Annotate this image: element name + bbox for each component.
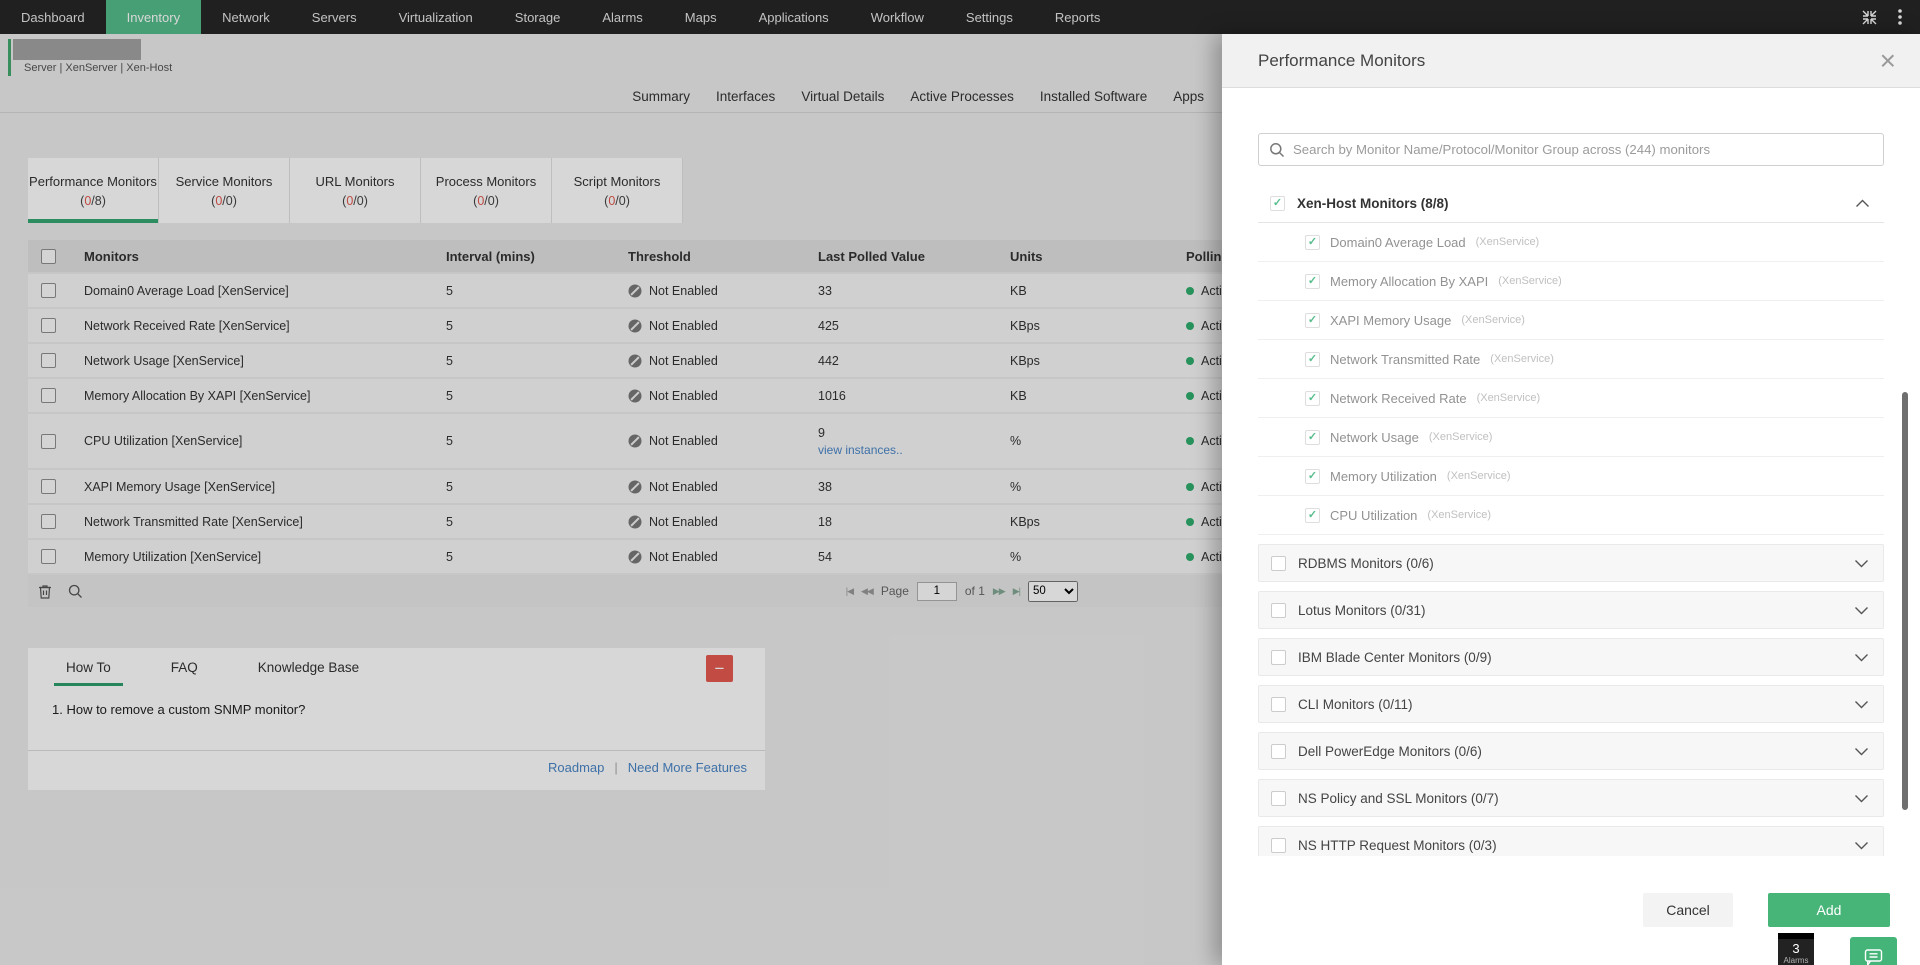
add-button[interactable]: Add <box>1768 893 1890 927</box>
group-title: NS Policy and SSL Monitors (0/7) <box>1298 791 1499 806</box>
close-button[interactable]: × <box>1880 47 1896 75</box>
item-checkbox[interactable]: ✓ <box>1305 508 1320 523</box>
monitor-search-input[interactable] <box>1293 142 1873 157</box>
group-title: CLI Monitors (0/11) <box>1298 697 1413 712</box>
item-checkbox[interactable]: ✓ <box>1305 469 1320 484</box>
item-label: Network Received Rate <box>1330 391 1467 406</box>
monitor-item[interactable]: ✓ Memory Utilization (XenService) <box>1258 457 1884 496</box>
panel-title: Performance Monitors <box>1258 51 1425 71</box>
monitor-group-ns-policy-and-ssl-monitors-0-7[interactable]: NS Policy and SSL Monitors (0/7) <box>1258 779 1884 817</box>
panel-header: Performance Monitors × <box>1222 34 1920 88</box>
group-checkbox[interactable] <box>1271 650 1286 665</box>
chevron-down-icon[interactable] <box>1854 653 1869 662</box>
close-icon: × <box>1880 45 1896 76</box>
item-label: XAPI Memory Usage <box>1330 313 1451 328</box>
item-protocol: (XenService) <box>1429 431 1493 443</box>
monitor-group-ibm-blade-center-monitors-0-9[interactable]: IBM Blade Center Monitors (0/9) <box>1258 638 1884 676</box>
item-checkbox[interactable]: ✓ <box>1305 274 1320 289</box>
item-checkbox[interactable]: ✓ <box>1305 391 1320 406</box>
group-title: NS HTTP Request Monitors (0/3) <box>1298 838 1497 853</box>
item-checkbox[interactable]: ✓ <box>1305 313 1320 328</box>
monitor-group-list: ✓ Xen-Host Monitors (8/8) ✓ Domain0 Average… <box>1258 185 1884 856</box>
screen: DashboardInventoryNetworkServersVirtuali… <box>0 0 1920 965</box>
cancel-button[interactable]: Cancel <box>1643 893 1733 927</box>
chat-button[interactable] <box>1850 937 1897 965</box>
item-checkbox[interactable]: ✓ <box>1305 235 1320 250</box>
monitor-group-dell-poweredge-monitors-0-6[interactable]: Dell PowerEdge Monitors (0/6) <box>1258 732 1884 770</box>
item-protocol: (XenService) <box>1498 275 1562 287</box>
group-checkbox[interactable] <box>1271 838 1286 853</box>
group-title: Dell PowerEdge Monitors (0/6) <box>1298 744 1482 759</box>
group-title: RDBMS Monitors (0/6) <box>1298 556 1434 571</box>
group-checkbox[interactable] <box>1271 697 1286 712</box>
group-checkbox[interactable] <box>1271 791 1286 806</box>
item-protocol: (XenService) <box>1490 353 1554 365</box>
chevron-down-icon[interactable] <box>1854 794 1869 803</box>
item-label: Memory Utilization <box>1330 469 1437 484</box>
group-checkbox[interactable] <box>1271 603 1286 618</box>
chevron-down-icon[interactable] <box>1854 841 1869 850</box>
item-label: CPU Utilization <box>1330 508 1417 523</box>
alarms-count: 3 <box>1792 942 1799 956</box>
group-title: Xen-Host Monitors (8/8) <box>1297 196 1449 211</box>
item-protocol: (XenService) <box>1461 314 1525 326</box>
monitor-item[interactable]: ✓ XAPI Memory Usage (XenService) <box>1258 301 1884 340</box>
item-label: Memory Allocation By XAPI <box>1330 274 1488 289</box>
monitor-group-cli-monitors-0-11[interactable]: CLI Monitors (0/11) <box>1258 685 1884 723</box>
monitor-item[interactable]: ✓ Domain0 Average Load (XenService) <box>1258 223 1884 262</box>
item-label: Network Transmitted Rate <box>1330 352 1480 367</box>
item-protocol: (XenService) <box>1476 236 1540 248</box>
group-checkbox[interactable]: ✓ <box>1270 196 1285 211</box>
group-title: IBM Blade Center Monitors (0/9) <box>1298 650 1492 665</box>
monitor-group-ns-http-request-monitors-0-3[interactable]: NS HTTP Request Monitors (0/3) <box>1258 826 1884 856</box>
chevron-up-icon[interactable] <box>1855 199 1870 208</box>
group-checkbox[interactable] <box>1271 556 1286 571</box>
chevron-down-icon[interactable] <box>1854 559 1869 568</box>
chevron-down-icon[interactable] <box>1854 700 1869 709</box>
search-icon <box>1269 142 1285 158</box>
item-checkbox[interactable]: ✓ <box>1305 430 1320 445</box>
monitor-item[interactable]: ✓ Network Usage (XenService) <box>1258 418 1884 457</box>
group-checkbox[interactable] <box>1271 744 1286 759</box>
monitor-search <box>1258 133 1884 166</box>
item-label: Network Usage <box>1330 430 1419 445</box>
alarms-label: Alarms <box>1784 956 1809 965</box>
chevron-down-icon[interactable] <box>1854 606 1869 615</box>
monitor-group-rdbms-monitors-0-6[interactable]: RDBMS Monitors (0/6) <box>1258 544 1884 582</box>
monitor-item[interactable]: ✓ Network Transmitted Rate (XenService) <box>1258 340 1884 379</box>
performance-monitors-panel: Performance Monitors × ✓ Xen-Host Monitor… <box>1222 34 1920 965</box>
chat-icon <box>1861 947 1886 965</box>
item-checkbox[interactable]: ✓ <box>1305 352 1320 367</box>
monitor-item[interactable]: ✓ CPU Utilization (XenService) <box>1258 496 1884 535</box>
item-protocol: (XenService) <box>1447 470 1511 482</box>
chevron-down-icon[interactable] <box>1854 747 1869 756</box>
panel-scrollbar-thumb[interactable] <box>1902 392 1908 810</box>
monitor-group-lotus-monitors-0-31[interactable]: Lotus Monitors (0/31) <box>1258 591 1884 629</box>
monitor-group-header[interactable]: ✓ Xen-Host Monitors (8/8) <box>1258 185 1884 223</box>
monitor-item[interactable]: ✓ Memory Allocation By XAPI (XenService) <box>1258 262 1884 301</box>
group-title: Lotus Monitors (0/31) <box>1298 603 1426 618</box>
item-label: Domain0 Average Load <box>1330 235 1466 250</box>
item-protocol: (XenService) <box>1427 509 1491 521</box>
monitor-group-xen-host-monitors-8-8: ✓ Xen-Host Monitors (8/8) ✓ Domain0 Average… <box>1258 185 1884 535</box>
monitor-item[interactable]: ✓ Network Received Rate (XenService) <box>1258 379 1884 418</box>
item-protocol: (XenService) <box>1477 392 1541 404</box>
alarms-badge[interactable]: 3 Alarms <box>1778 933 1814 965</box>
